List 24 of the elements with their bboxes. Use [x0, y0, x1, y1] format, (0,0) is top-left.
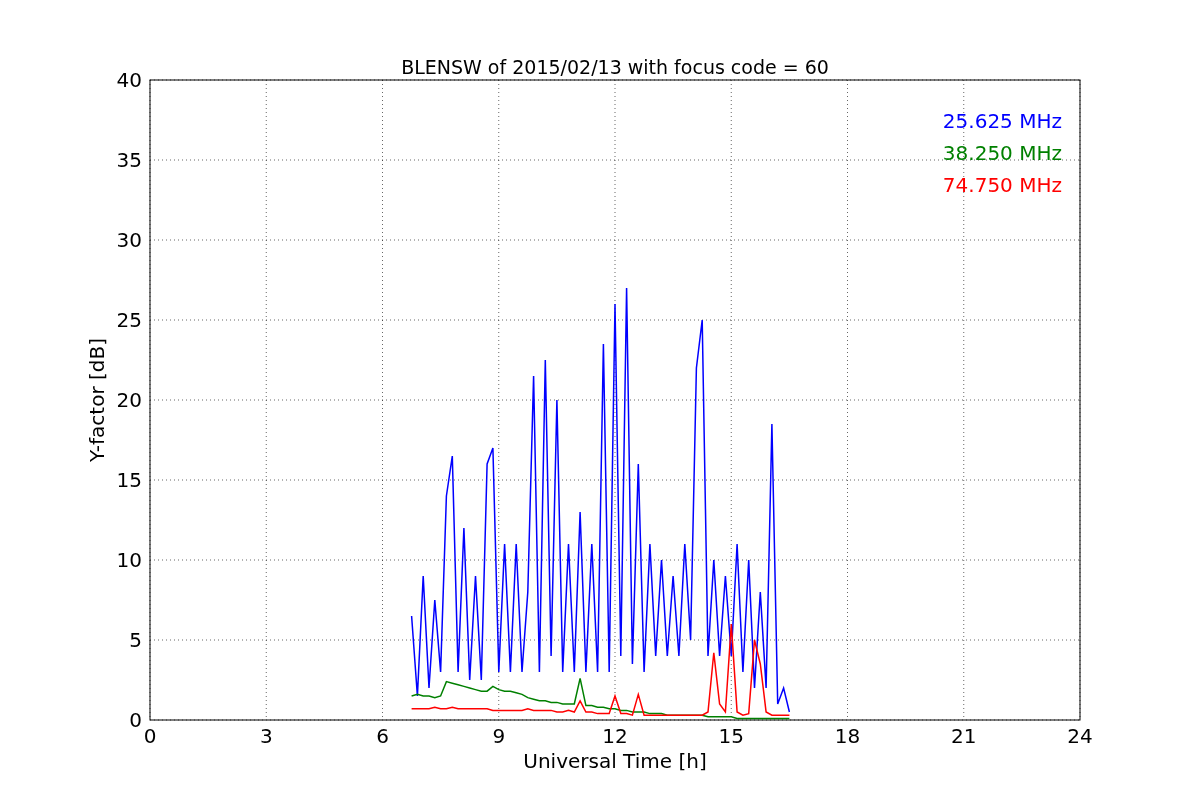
x-axis-label: Universal Time [h] — [523, 749, 707, 773]
y-tick-label: 0 — [129, 708, 142, 732]
y-tick-label: 40 — [116, 68, 142, 92]
x-tick-label: 21 — [951, 724, 977, 748]
y-tick-label: 30 — [116, 228, 142, 252]
y-tick-label: 15 — [116, 468, 142, 492]
legend-label: 38.250 MHz — [942, 141, 1062, 165]
y-tick-label: 20 — [116, 388, 142, 412]
y-tick-label: 5 — [129, 628, 142, 652]
y-axis-label: Y-factor [dB] — [85, 338, 109, 462]
x-tick-label: 3 — [259, 724, 273, 748]
y-tick-label: 10 — [116, 548, 142, 572]
x-tick-label: 18 — [834, 724, 861, 748]
chart-title: BLENSW of 2015/02/13 with focus code = 60 — [401, 56, 829, 78]
x-tick-label: 12 — [602, 724, 628, 748]
x-tick-label: 24 — [1067, 724, 1093, 748]
y-tick-label: 35 — [116, 148, 142, 172]
legend-label: 74.750 MHz — [942, 173, 1062, 197]
y-tick-label: 25 — [116, 308, 142, 332]
x-tick-label: 9 — [492, 724, 506, 748]
x-tick-label: 15 — [718, 724, 744, 748]
x-tick-label: 0 — [143, 724, 157, 748]
x-tick-label: 6 — [376, 724, 389, 748]
legend-label: 25.625 MHz — [942, 109, 1062, 133]
